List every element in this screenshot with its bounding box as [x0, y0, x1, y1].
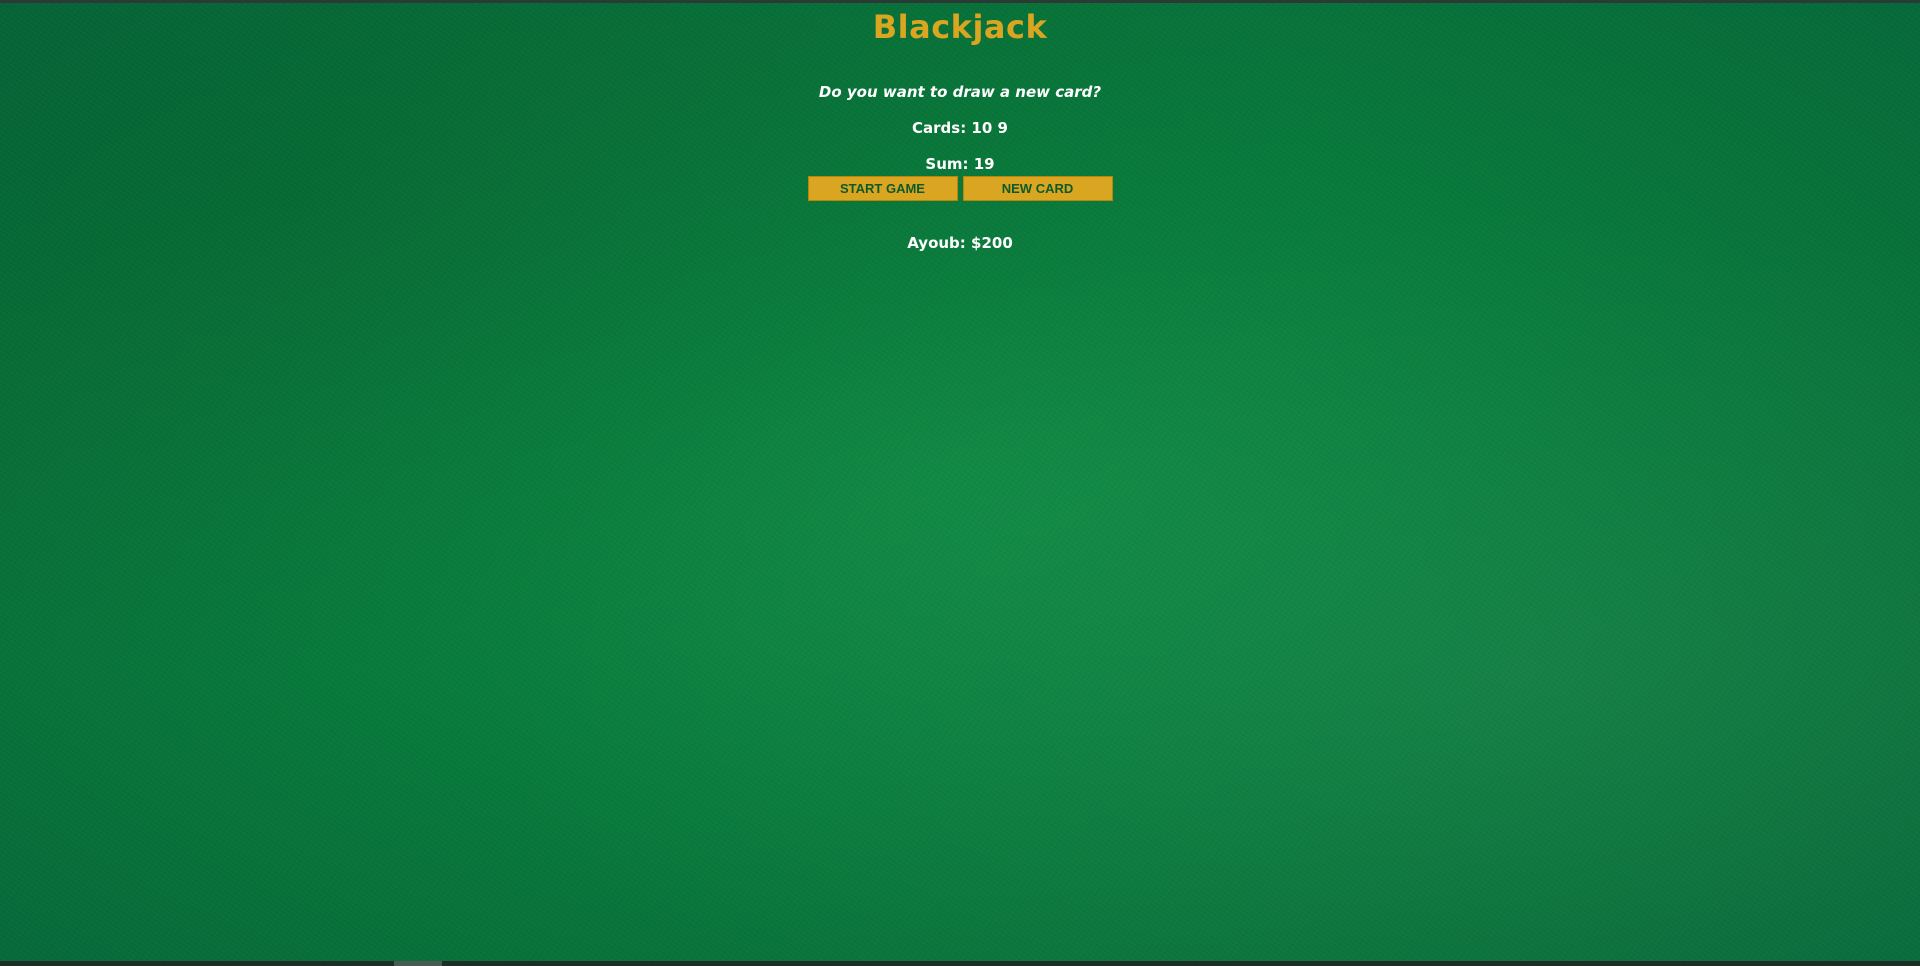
button-row: START GAME NEW CARD	[0, 176, 1920, 201]
message-text: Do you want to draw a new card?	[818, 83, 1102, 101]
start-game-button[interactable]: START GAME	[807, 176, 958, 201]
cards-text: Cards: 10 9	[912, 119, 1008, 137]
new-card-button[interactable]: NEW CARD	[962, 176, 1113, 201]
felt-background	[0, 0, 1920, 966]
sum-text: Sum: 19	[925, 155, 995, 173]
page-title: Blackjack	[872, 8, 1048, 46]
player-info: Ayoub: $200	[907, 234, 1013, 252]
scrollbar-thumb[interactable]	[394, 961, 442, 966]
horizontal-scrollbar[interactable]	[0, 961, 1920, 966]
top-edge	[0, 0, 1920, 3]
